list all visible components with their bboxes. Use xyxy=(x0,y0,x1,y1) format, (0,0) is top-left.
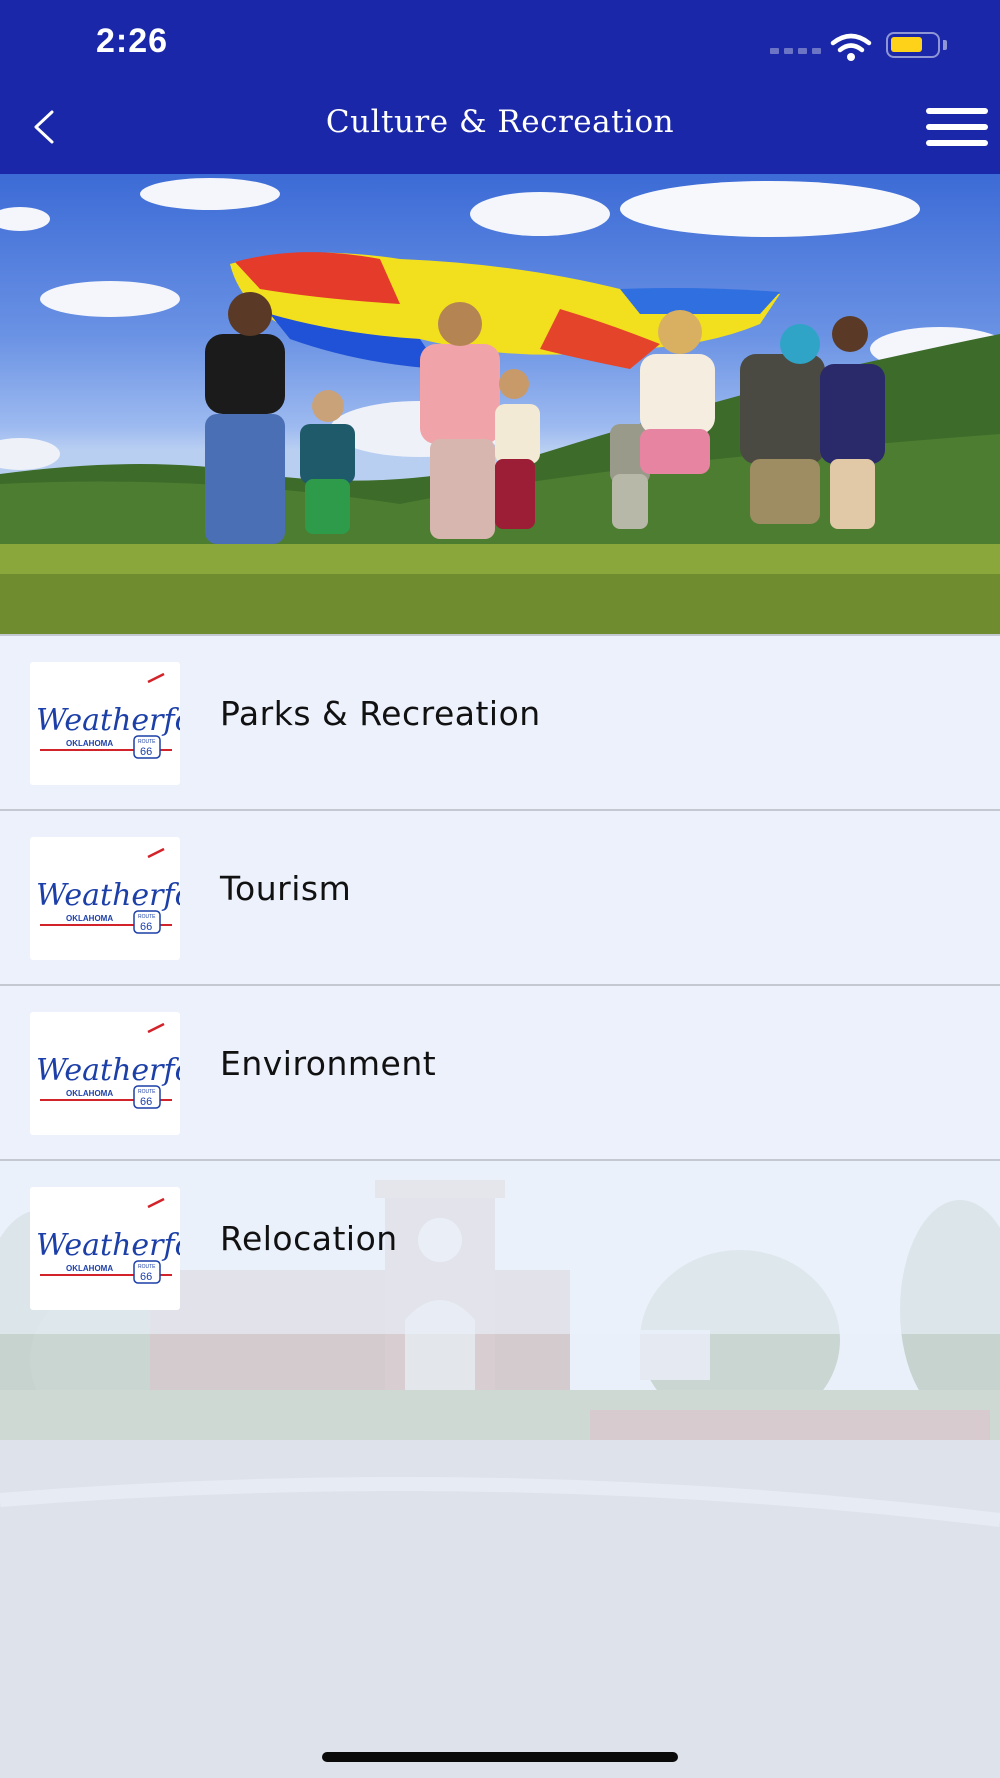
svg-text:66: 66 xyxy=(140,1271,152,1283)
svg-text:OKLAHOMA: OKLAHOMA xyxy=(66,1089,113,1098)
list-item-label: Relocation xyxy=(220,1219,398,1258)
weatherford-logo: Weatherford OKLAHOMA ROUTE 66 xyxy=(30,837,180,960)
app-header: 2:26 Culture & Recreation xyxy=(0,0,1000,174)
svg-text:Weatherford: Weatherford xyxy=(36,878,180,913)
status-bar: 2:26 xyxy=(0,0,1000,90)
svg-text:66: 66 xyxy=(140,1096,152,1108)
list-item-parks-recreation[interactable]: Weatherford OKLAHOMA ROUTE 66 Parks & Re… xyxy=(0,634,1000,809)
list-item-environment[interactable]: Weatherford OKLAHOMA ROUTE 66 Environmen… xyxy=(0,984,1000,1159)
list-item-label: Environment xyxy=(220,1044,437,1083)
svg-text:ROUTE: ROUTE xyxy=(138,914,156,920)
svg-text:Weatherford: Weatherford xyxy=(36,1053,180,1088)
svg-text:OKLAHOMA: OKLAHOMA xyxy=(66,739,113,748)
hero-image xyxy=(0,174,1000,634)
weatherford-logo-icon: Weatherford OKLAHOMA ROUTE 66 xyxy=(36,1022,180,1109)
hamburger-menu-icon xyxy=(926,108,988,114)
list-item-relocation[interactable]: Weatherford OKLAHOMA ROUTE 66 Relocation xyxy=(0,1159,1000,1334)
cellular-signal-icon xyxy=(770,48,821,54)
weatherford-logo: Weatherford OKLAHOMA ROUTE 66 xyxy=(30,1187,180,1310)
home-indicator[interactable] xyxy=(322,1752,678,1762)
list-item-label: Parks & Recreation xyxy=(220,694,541,733)
weatherford-logo-icon: Weatherford OKLAHOMA ROUTE 66 xyxy=(36,1197,180,1284)
weatherford-logo-icon: Weatherford OKLAHOMA ROUTE 66 xyxy=(36,847,180,934)
battery-level xyxy=(891,37,922,52)
svg-text:ROUTE: ROUTE xyxy=(138,1264,156,1270)
svg-text:66: 66 xyxy=(140,921,152,933)
navigation-bar: Culture & Recreation xyxy=(0,90,1000,174)
svg-text:ROUTE: ROUTE xyxy=(138,739,156,745)
menu-list: Weatherford OKLAHOMA ROUTE 66 Parks & Re… xyxy=(0,634,1000,1334)
svg-text:66: 66 xyxy=(140,746,152,758)
svg-text:OKLAHOMA: OKLAHOMA xyxy=(66,1264,113,1273)
list-item-tourism[interactable]: Weatherford OKLAHOMA ROUTE 66 Tourism xyxy=(0,809,1000,984)
list-item-label: Tourism xyxy=(220,869,352,908)
wifi-icon xyxy=(830,32,872,62)
battery-tip xyxy=(943,40,947,50)
weatherford-logo: Weatherford OKLAHOMA ROUTE 66 xyxy=(30,1012,180,1135)
status-time: 2:26 xyxy=(96,22,169,60)
children-parachute-photo xyxy=(0,178,1000,634)
battery-icon xyxy=(886,32,940,58)
weatherford-logo: Weatherford OKLAHOMA ROUTE 66 xyxy=(30,662,180,785)
svg-text:Weatherford: Weatherford xyxy=(36,703,180,738)
svg-text:Weatherford: Weatherford xyxy=(36,1228,180,1263)
svg-text:OKLAHOMA: OKLAHOMA xyxy=(66,914,113,923)
svg-text:ROUTE: ROUTE xyxy=(138,1089,156,1095)
page-title: Culture & Recreation xyxy=(325,104,675,140)
menu-button[interactable] xyxy=(922,104,988,150)
weatherford-logo-icon: Weatherford OKLAHOMA ROUTE 66 xyxy=(36,672,180,759)
